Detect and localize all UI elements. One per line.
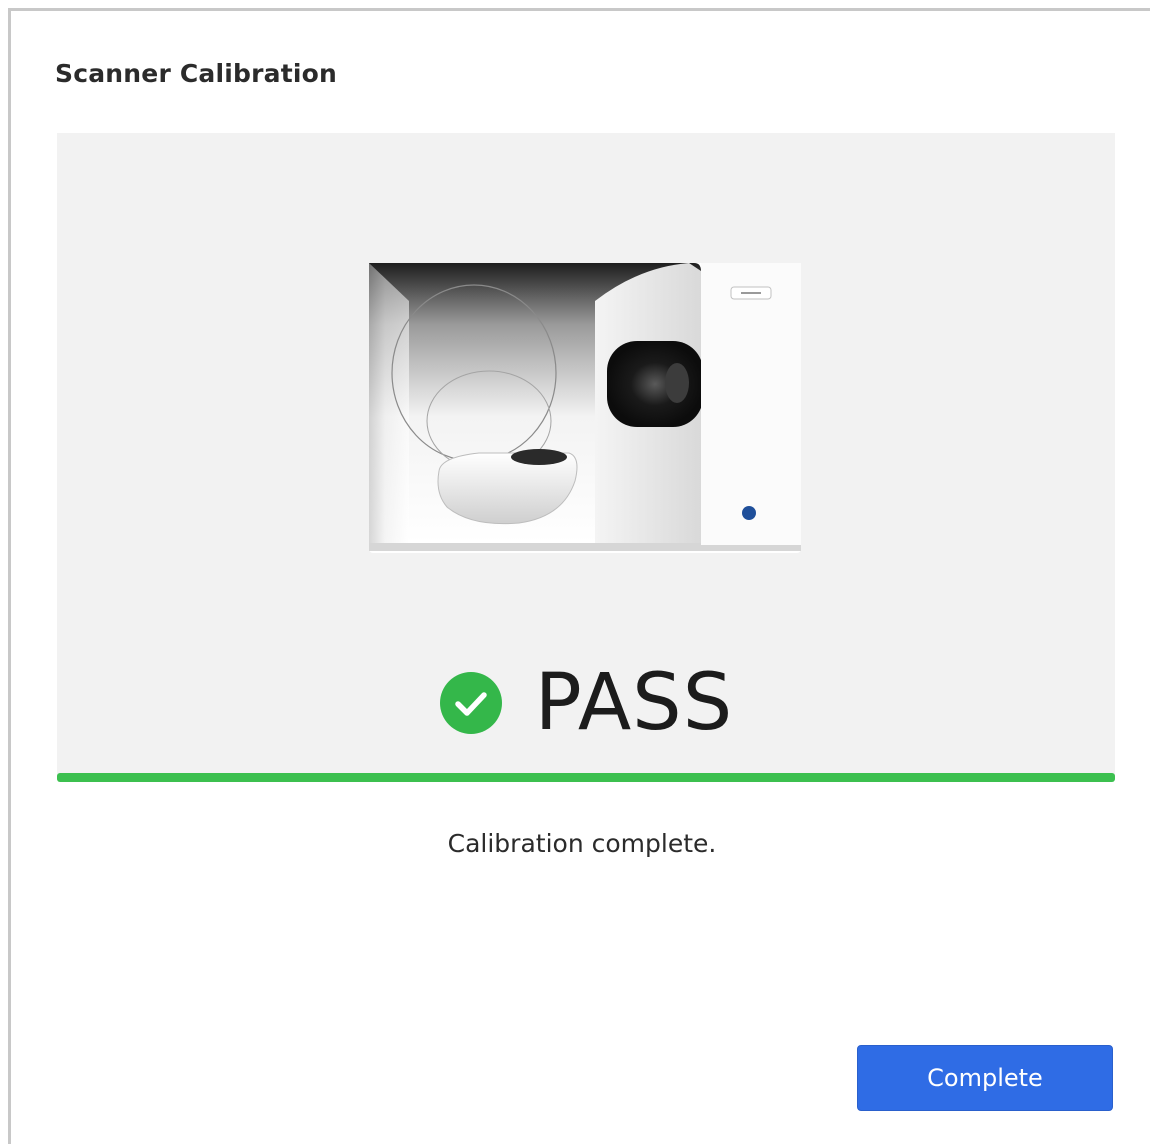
check-circle-icon [439, 672, 502, 734]
scanner-image [369, 263, 801, 553]
complete-button[interactable]: Complete [857, 1045, 1113, 1111]
result-row: PASS [57, 655, 1115, 751]
status-message: Calibration complete. [447, 829, 717, 858]
calibration-panel: PASS [57, 133, 1115, 780]
result-text: PASS [534, 658, 734, 748]
calibration-dialog: Scanner Calibration PASS Calibration com… [8, 8, 1150, 1144]
progress-bar [57, 773, 1115, 782]
dialog-title: Scanner Calibration [55, 59, 338, 88]
